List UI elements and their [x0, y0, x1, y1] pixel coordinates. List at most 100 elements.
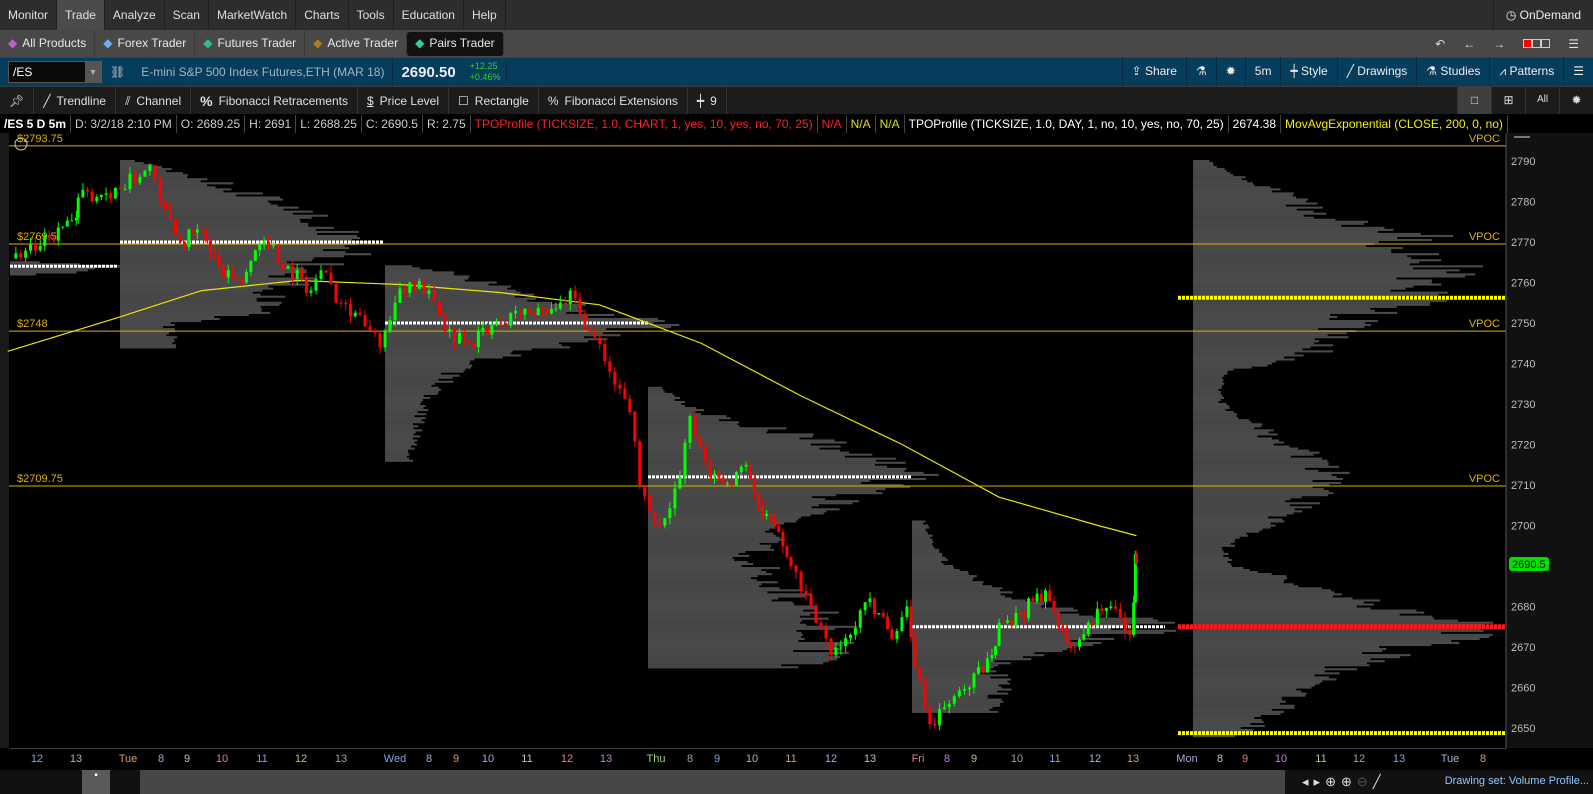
profile-bar — [1193, 224, 1342, 227]
profile-bar — [120, 334, 167, 337]
profile-bar — [120, 202, 271, 205]
study-ema[interactable]: MovAvgExponential (CLOSE, 200, 0, no) — [1281, 114, 1508, 133]
profile-bar — [648, 571, 767, 574]
zoom-in-icon[interactable]: ⊕ — [1341, 774, 1357, 789]
layout-settings-button[interactable]: ✹ — [1559, 86, 1593, 114]
style-button[interactable]: ┿ Style — [1280, 57, 1336, 86]
profile-bar — [120, 170, 167, 173]
profile-bar — [1193, 317, 1330, 321]
profile-bar — [120, 279, 304, 282]
settings-button[interactable]: ✹ — [1215, 57, 1245, 86]
timeframe-button[interactable]: 5m — [1244, 57, 1281, 86]
studies-button[interactable]: ⚗ Studies — [1416, 57, 1489, 86]
profile-bar — [120, 164, 153, 167]
candle-body — [1001, 622, 1005, 624]
menu-monitor[interactable]: Monitor — [0, 0, 58, 30]
profile-bar — [1193, 680, 1323, 683]
beaker-button[interactable]: ⚗ — [1185, 57, 1216, 86]
profile-bar — [648, 514, 811, 517]
subnav-active-trader[interactable]: ◆ Active Trader — [305, 30, 408, 57]
profile-bar — [1193, 643, 1432, 647]
profile-bar — [648, 613, 811, 616]
candle-body — [678, 476, 682, 489]
layout-grid-icon[interactable] — [1523, 37, 1551, 51]
all-layout-button[interactable]: All — [1525, 86, 1559, 114]
single-layout-button[interactable]: □ — [1457, 86, 1491, 114]
level-price-label: $2709.75 — [17, 473, 63, 485]
profile-bar — [1193, 409, 1226, 412]
link-icon[interactable]: ⛓ — [102, 65, 133, 79]
profile-bar — [1193, 396, 1225, 400]
pin-button[interactable]: 📌︎ — [0, 86, 35, 115]
drawings-button[interactable]: ╱ Drawings — [1336, 57, 1417, 86]
menu-scan[interactable]: Scan — [165, 0, 209, 30]
profile-bar — [1193, 611, 1425, 614]
profile-bar — [648, 585, 760, 588]
profile-bar — [120, 338, 174, 341]
tool-trendline[interactable]: ╱ Trendline — [34, 86, 117, 115]
subnav-all-products[interactable]: ◆ All Products — [0, 30, 96, 57]
chart-scrollbar[interactable]: ▪ ◂▸⊕⊕⊖╱ Drawing set: Volume Profile... — [0, 770, 1593, 794]
tool-fibonacci-extensions[interactable]: % Fibonacci Extensions — [539, 86, 688, 115]
tool-channel[interactable]: ⫽ Channel — [116, 86, 192, 115]
beaker-icon: ⚗ — [1195, 64, 1207, 78]
scroll-track[interactable] — [140, 770, 1285, 794]
profile-bar — [1193, 708, 1272, 711]
expand-icon[interactable]: ◂▸ — [1302, 774, 1325, 789]
draw-line-icon[interactable]: ╱ — [1373, 774, 1386, 789]
share-button[interactable]: ⇪ Share — [1121, 57, 1186, 86]
candle-body — [1123, 617, 1127, 631]
share-icon: ⇪ — [1131, 64, 1145, 78]
study-tpo-day[interactable]: TPOProfile (TICKSIZE, 1.0, DAY, 1, no, 1… — [905, 114, 1229, 133]
candle-body — [476, 330, 480, 348]
profile-bar — [648, 550, 746, 553]
candle-body — [81, 189, 85, 198]
profile-bar — [1193, 475, 1337, 478]
zoom-out-icon[interactable]: ⊖ — [1357, 774, 1373, 789]
candle-body — [985, 658, 989, 673]
profile-bar — [648, 641, 854, 645]
back-arrow-icon[interactable]: ← — [1463, 37, 1475, 51]
menu-marketwatch[interactable]: MarketWatch — [209, 0, 297, 30]
tool-rectangle[interactable]: ☐ Rectangle — [449, 86, 539, 115]
ondemand-button[interactable]: ◷ OnDemand — [1492, 0, 1593, 30]
tool-price-level[interactable]: $ Price Level — [358, 86, 450, 115]
chevron-down-icon[interactable]: ▼ — [85, 62, 101, 82]
more-tools-button[interactable]: ┿ 9 — [688, 86, 727, 115]
menu-education[interactable]: Education — [394, 0, 464, 30]
menu-icon[interactable]: ☰ — [1563, 57, 1593, 86]
candle-body — [43, 235, 47, 247]
subnav-pairs-trader[interactable]: ◆ Pairs Trader — [407, 31, 504, 56]
menu-analyze[interactable]: Analyze — [105, 0, 165, 30]
profile-bar — [1193, 548, 1223, 551]
grid-layout-button[interactable]: ⊞ — [1491, 86, 1525, 114]
profile-bar — [648, 605, 818, 608]
profile-bar — [912, 648, 1068, 651]
tool-fibonacci-retracements[interactable]: % Fibonacci Retracements — [191, 86, 358, 115]
profile-bar — [120, 200, 268, 203]
menu-charts[interactable]: Charts — [296, 0, 349, 30]
undo-icon[interactable]: ↶ — [1435, 37, 1445, 51]
menu-trade[interactable]: Trade — [57, 0, 105, 30]
profile-bar — [1193, 321, 1366, 325]
profile-bar — [1193, 374, 1225, 377]
profile-bar — [648, 587, 780, 590]
forward-arrow-icon[interactable]: → — [1493, 37, 1505, 51]
time-tick-label: 11 — [521, 753, 533, 765]
symbol-input[interactable]: /ES ▼ — [8, 61, 102, 83]
drawing-set-label[interactable]: Drawing set: Volume Profile... — [1445, 775, 1589, 787]
menu-icon[interactable]: ☰ — [1568, 37, 1579, 51]
crosshair-icon[interactable]: ⊕ — [1325, 774, 1341, 789]
menu-tools[interactable]: Tools — [349, 0, 394, 30]
profile-bar — [120, 255, 345, 258]
profile-bar — [1193, 556, 1229, 559]
profile-bar — [385, 390, 439, 393]
price-chart[interactable]: $2793.75 VPOC$2769.5 VPOC$2748 VPOC$2709.75… — [0, 133, 1593, 748]
study-tpo-chart[interactable]: TPOProfile (TICKSIZE, 1.0, CHART, 1, yes… — [471, 114, 818, 133]
subnav-forex-trader[interactable]: ◆ Forex Trader — [95, 30, 196, 57]
patterns-button[interactable]: ⩘ Patterns — [1489, 57, 1563, 86]
candle-body — [698, 436, 702, 447]
scroll-handle[interactable]: ▪ — [82, 770, 110, 794]
menu-help[interactable]: Help — [464, 0, 506, 30]
subnav-futures-trader[interactable]: ◆ Futures Trader — [195, 30, 306, 57]
